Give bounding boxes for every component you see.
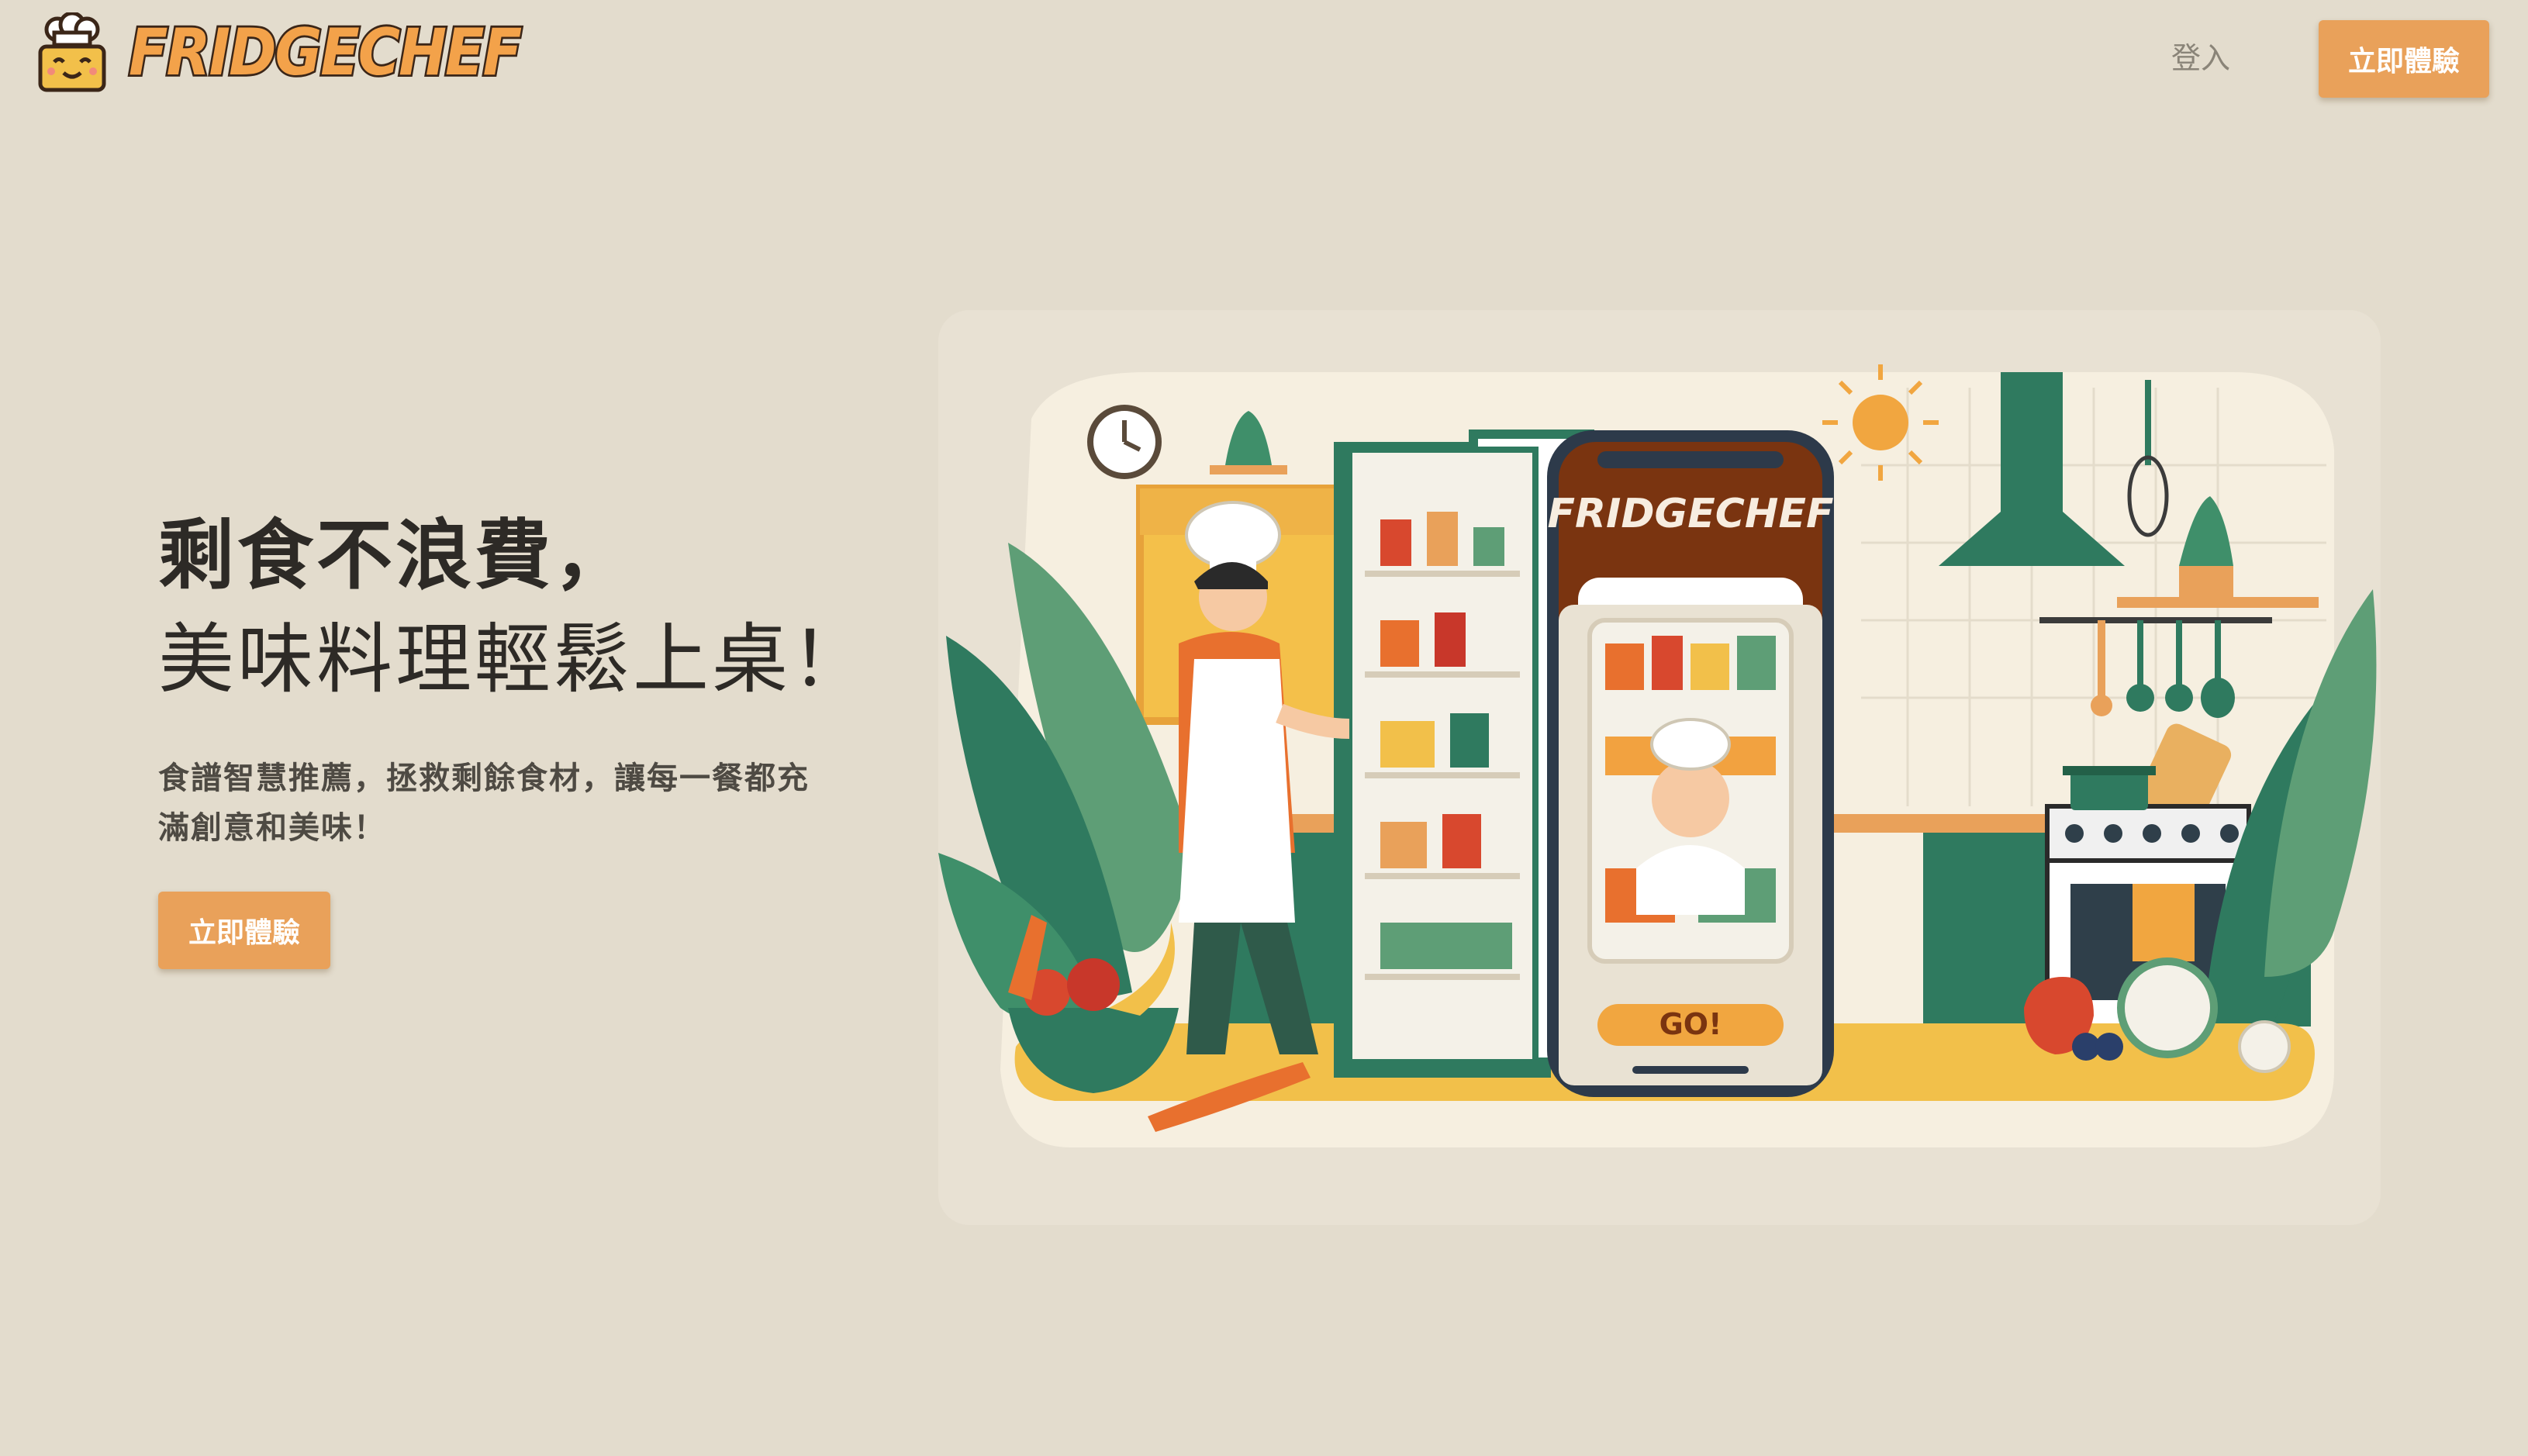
try-now-button-hero[interactable]: 立即體驗 [158, 892, 330, 969]
clock-icon [1087, 405, 1162, 479]
phone-mockup: FRIDGECHEF GO! [1547, 430, 1834, 1097]
try-now-button-header[interactable]: 立即體驗 [2319, 20, 2489, 98]
hero-title: 剩食不浪費， 美味料理輕鬆上桌！ [158, 504, 870, 712]
brand-name: FRIDGECHEF [126, 13, 523, 92]
phone-app-brand: FRIDGECHEF [1547, 491, 1833, 537]
brand-logo[interactable]: FRIDGECHEF [36, 12, 524, 93]
hero-title-line1: 剩食不浪費， [158, 512, 634, 600]
hero-title-line2: 美味料理輕鬆上桌！ [158, 616, 871, 704]
login-link[interactable]: 登入 [2171, 34, 2230, 77]
phone-go-button: GO! [1659, 1007, 1722, 1041]
hero-subtitle: 食譜智慧推薦，拯救剩餘食材，讓每一餐都充滿創意和美味！ [158, 761, 810, 846]
hero-illustration: FRIDGECHEF GO! [938, 310, 2381, 1225]
chef-logo-icon [38, 12, 106, 92]
